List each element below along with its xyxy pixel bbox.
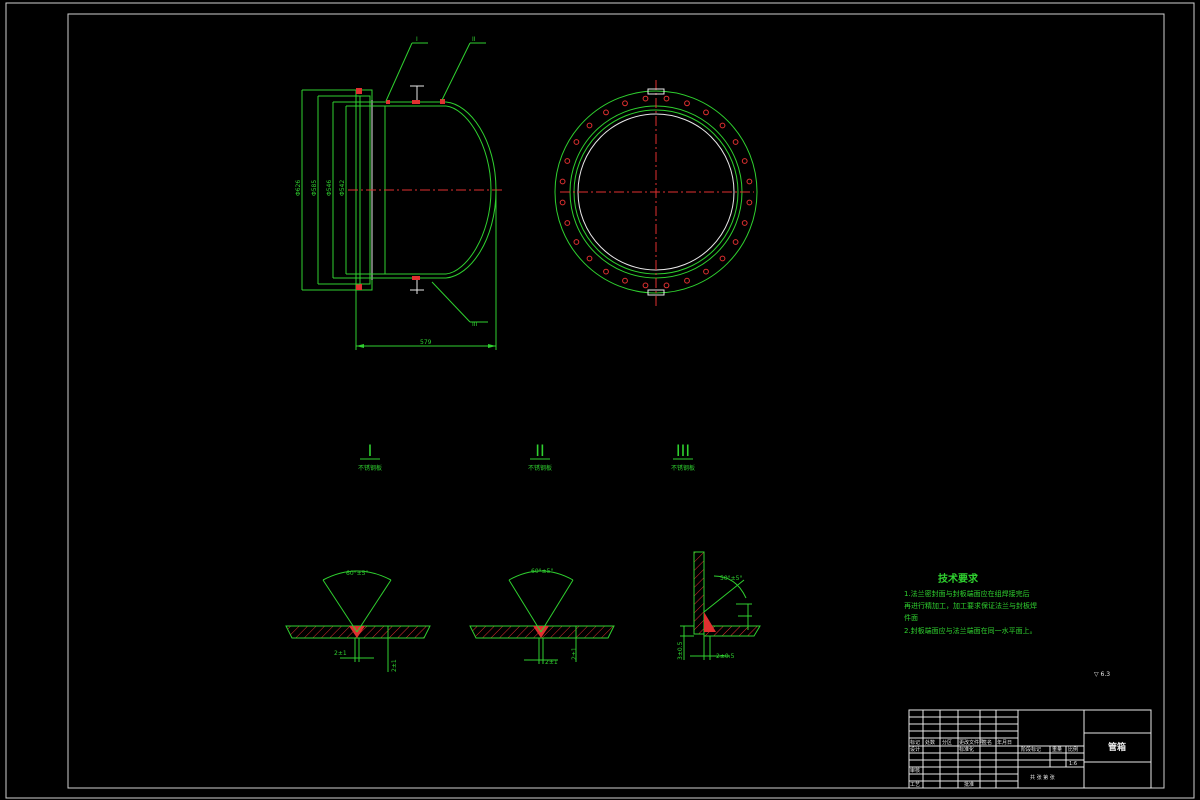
cad-drawing: Φ626 Φ585 Φ546 Φ542 579 I II III I 不锈钢板 … — [5, 2, 1195, 799]
technical-requirements: 技术要求 1.法兰密封面与封板端面应在组焊接完后 再进行精加工，加工要求保证法兰… — [904, 572, 1037, 635]
dim-diameter-4: Φ542 — [339, 180, 346, 196]
title-block-count: 处数 — [925, 739, 935, 746]
dim-length: 579 — [420, 339, 432, 346]
bolt-hole — [719, 122, 726, 129]
weld-detail-3: 50°±5° 2±0.5 3±0.5 — [677, 551, 761, 660]
outer-border — [5, 2, 1195, 799]
detail-1-caption: 不锈钢板 — [358, 464, 382, 472]
bolt-hole — [732, 239, 739, 245]
bolt-hole — [559, 199, 566, 206]
roughness-symbol: ▽ 6.3 — [1094, 671, 1110, 678]
weld-3-gap: 2±0.5 — [716, 653, 735, 660]
detail-3-roman: III — [676, 441, 690, 460]
bolt-hole — [642, 282, 649, 289]
weld-detail-2: 60°±5° 2±1 2±1 — [469, 568, 615, 666]
detail-2-roman: II — [535, 441, 544, 460]
bolt-hole — [684, 100, 690, 107]
detail-3-caption: 不锈钢板 — [671, 464, 695, 472]
title-block-approve: 批准 — [964, 781, 974, 788]
bolt-hole — [741, 220, 748, 226]
title-block-sheets: 共 张 第 张 — [1030, 774, 1055, 781]
detail-2-caption: 不锈钢板 — [528, 464, 552, 472]
bolt-hole — [663, 282, 670, 289]
title-block-reviewer: 审核 — [910, 767, 920, 774]
roughness-value: ▽ 6.3 — [1094, 671, 1110, 678]
bolt-hole — [603, 268, 609, 275]
bolt-hole — [663, 95, 670, 102]
bolt-hole — [586, 255, 593, 262]
weld-2-gap: 2±1 — [545, 659, 558, 666]
title-block-mark: 标记 — [910, 739, 920, 746]
weld-1-angle: 60°±5° — [346, 570, 368, 577]
detail-1-roman: I — [368, 441, 373, 460]
tech-req-line-1: 1.法兰密封面与封板端面应在组焊接完后 — [904, 589, 1030, 598]
dim-outer-diameter: Φ626 — [295, 180, 302, 196]
title-block-weight: 重量 — [1052, 746, 1062, 753]
inner-border — [67, 13, 1165, 789]
tech-req-line-4: 2.封板端面应与法兰端面在同一水平面上。 — [904, 626, 1037, 635]
bolt-hole — [703, 109, 709, 116]
weld-1-gap: 2±1 — [334, 650, 347, 657]
title-block-change-doc: 更改文件号 — [959, 739, 984, 746]
callout-bottom: III — [472, 321, 478, 328]
bolt-hole — [746, 178, 753, 185]
title-block-stage: 阶段标记 — [1021, 746, 1041, 753]
bolt-hole — [703, 268, 709, 275]
bolt-hole — [559, 178, 566, 185]
weld-detail-1: 60°±5° 2±1 2±1 — [285, 570, 431, 672]
end-view — [554, 80, 758, 308]
weld-3-angle: 50°±5° — [720, 575, 742, 582]
weld-2-angle: 60°±5° — [531, 568, 553, 575]
bolt-hole — [719, 255, 726, 262]
bolt-hole — [622, 100, 628, 107]
tech-req-line-2: 再进行精加工，加工要求保证法兰与封板焊 — [904, 601, 1037, 610]
bolt-hole — [573, 139, 580, 145]
weld-1-thickness: 2±1 — [391, 659, 398, 672]
tech-req-line-3: 件面 — [904, 613, 918, 622]
bolt-hole — [573, 239, 580, 245]
weld-2-thickness: 2±1 — [571, 647, 578, 660]
title-block-designer: 设计 — [910, 746, 920, 753]
detail-label-3: III 不锈钢板 — [671, 441, 695, 472]
bolt-hole — [586, 122, 593, 129]
title-block-zone: 分区 — [942, 739, 952, 746]
tech-req-title: 技术要求 — [938, 572, 979, 585]
title-block-scale: 比例 — [1068, 746, 1078, 753]
bolt-hole — [564, 220, 571, 226]
dim-diameter-2: Φ585 — [311, 180, 318, 196]
detail-label-2: II 不锈钢板 — [528, 441, 552, 472]
title-block-signature: 签名 — [982, 739, 992, 746]
bolt-hole — [642, 95, 649, 102]
title-block-date: 年月日 — [997, 739, 1012, 746]
bolt-hole — [746, 199, 753, 206]
bolt-hole — [732, 139, 739, 145]
bolt-hole — [684, 277, 690, 284]
bolt-hole — [564, 158, 571, 164]
bolt-hole — [741, 158, 748, 164]
callout-top-1: I — [416, 36, 418, 43]
weld-3-thickness: 3±0.5 — [677, 641, 684, 660]
title-block-standard: 标准化 — [959, 746, 974, 753]
title-block-scale-value: 1:6 — [1069, 761, 1077, 767]
drawing-title: 管箱 — [1108, 741, 1126, 753]
title-block: 标记 处数 分区 更改文件号 签名 年月日 设计 标准化 阶段标记 重量 比例 … — [908, 709, 1152, 789]
dim-diameter-3: Φ546 — [326, 180, 333, 196]
bolt-hole — [622, 277, 628, 284]
bolt-hole — [603, 109, 609, 116]
callout-top-2: II — [472, 36, 476, 43]
detail-label-1: I 不锈钢板 — [358, 441, 382, 472]
title-block-process: 工艺 — [910, 782, 920, 788]
